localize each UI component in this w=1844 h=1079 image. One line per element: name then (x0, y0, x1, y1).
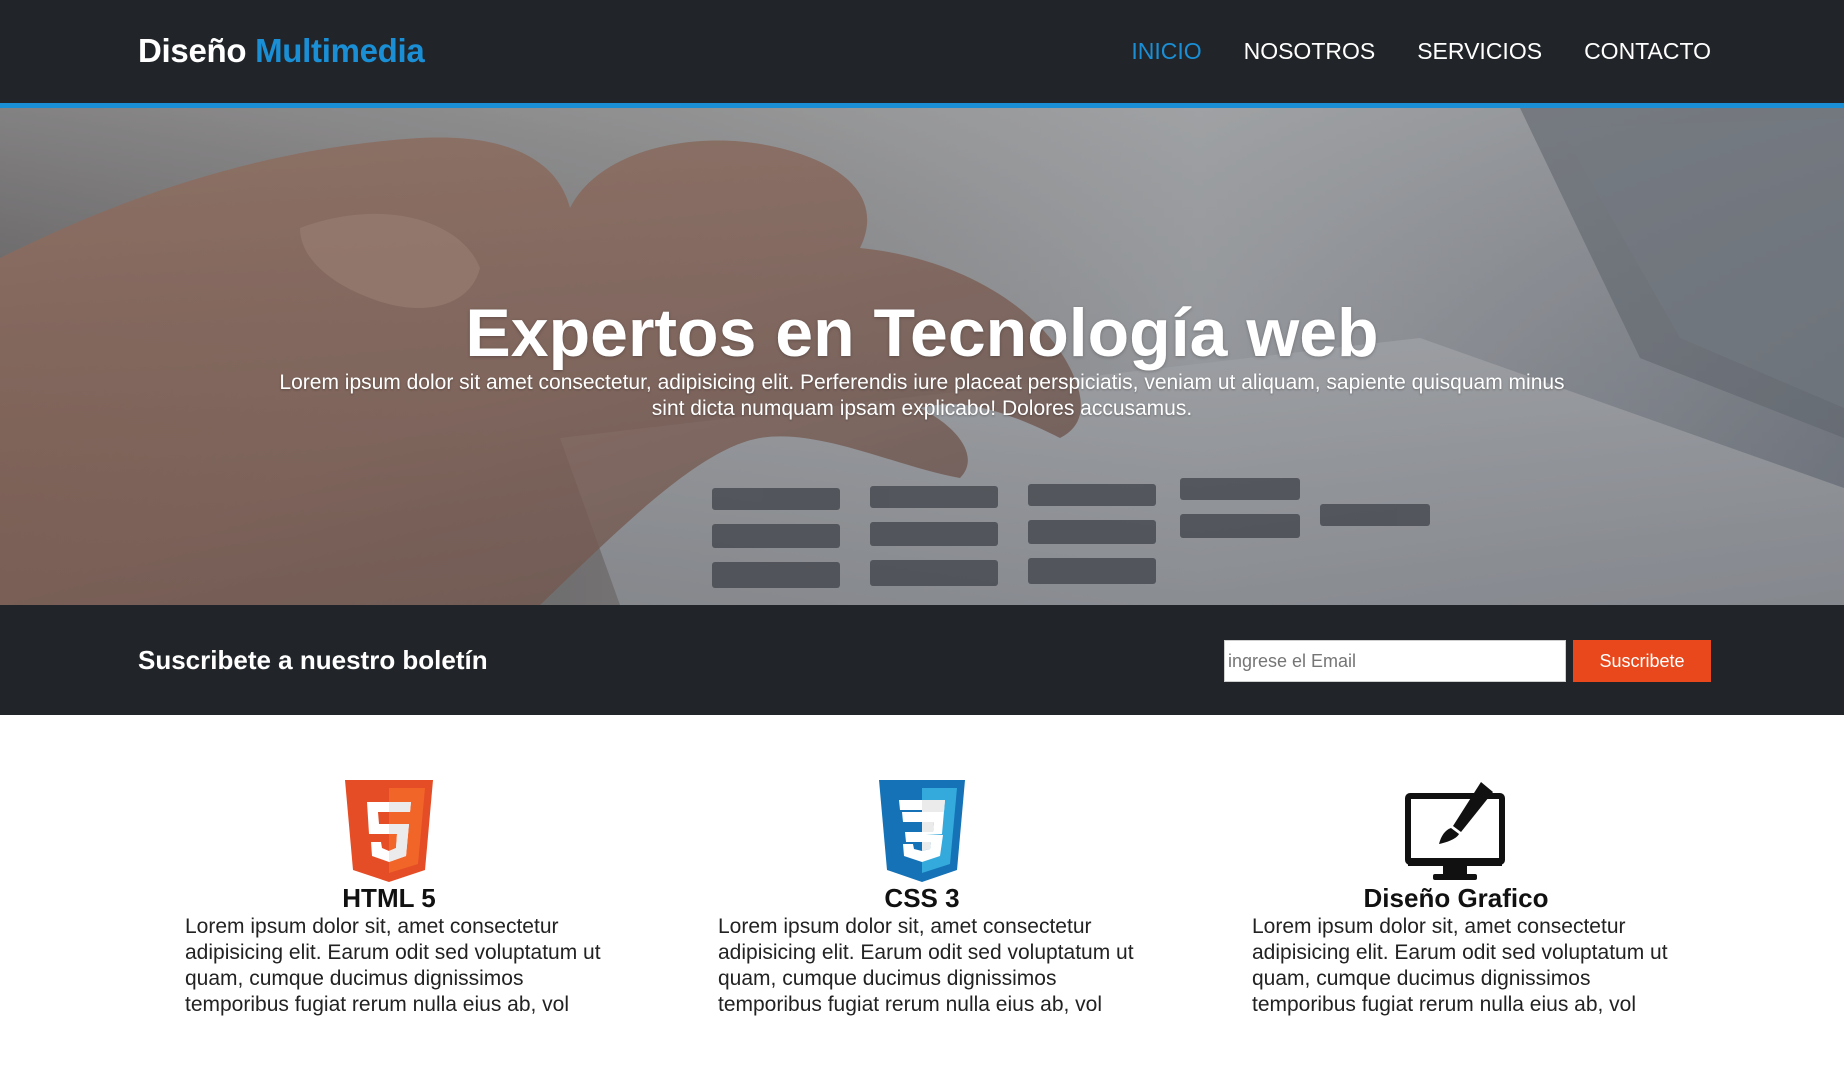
service-title: CSS 3 (884, 883, 960, 913)
site-header: Diseño Multimedia INICIO NOSOTROS SERVIC… (0, 0, 1844, 108)
css3-icon (879, 780, 965, 882)
logo-accent-text: Multimedia (255, 32, 425, 69)
nav-link-contacto[interactable]: CONTACTO (1584, 38, 1711, 65)
main-navigation: INICIO NOSOTROS SERVICIOS CONTACTO (1131, 38, 1711, 65)
hero-description: Lorem ipsum dolor sit amet consectetur, … (279, 371, 1565, 420)
nav-link-nosotros[interactable]: NOSOTROS (1244, 38, 1376, 65)
graphic-design-icon-wrap (1246, 780, 1666, 885)
html5-icon (345, 780, 433, 882)
service-title: HTML 5 (342, 883, 436, 913)
service-description: Lorem ipsum dolor sit, amet consectetur … (718, 915, 1134, 1016)
logo-main-text: Diseño (138, 32, 247, 69)
email-input[interactable] (1224, 640, 1566, 682)
nav-link-inicio[interactable]: INICIO (1131, 38, 1201, 65)
css3-icon-wrap (712, 780, 1132, 885)
hero-title: Expertos en Tecnología web (465, 295, 1379, 371)
html5-icon-wrap (179, 780, 599, 885)
service-description: Lorem ipsum dolor sit, amet consectetur … (185, 915, 601, 1016)
graphic-design-monitor-icon (1405, 782, 1505, 880)
service-description: Lorem ipsum dolor sit, amet consectetur … (1252, 915, 1668, 1016)
nav-link-servicios[interactable]: SERVICIOS (1417, 38, 1542, 65)
hero-section: Expertos en Tecnología web Lorem ipsum d… (0, 108, 1844, 605)
subscribe-button[interactable]: Suscribete (1573, 640, 1711, 682)
newsletter-title: Suscribete a nuestro boletín (138, 645, 488, 675)
service-title: Diseño Grafico (1363, 883, 1549, 913)
site-logo[interactable]: Diseño Multimedia (138, 32, 425, 70)
newsletter-section: Suscribete a nuestro boletín Suscribete (0, 605, 1844, 715)
